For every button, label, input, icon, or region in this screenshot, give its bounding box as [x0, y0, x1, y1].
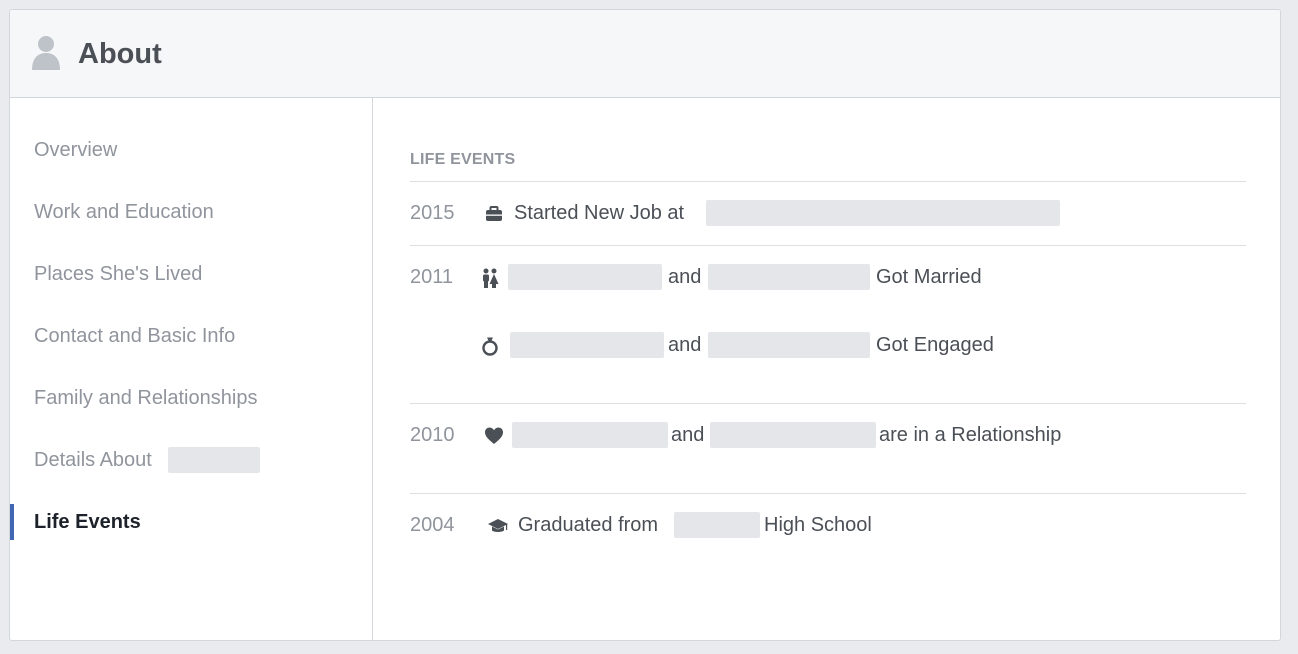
redacted-person — [510, 332, 664, 358]
sidebar-item-label: Life Events — [34, 511, 141, 533]
page-title: About — [78, 38, 162, 70]
sidebar-item-places-lived[interactable]: Places She's Lived — [10, 256, 372, 292]
sidebar-item-contact-info[interactable]: Contact and Basic Info — [10, 318, 372, 354]
sidebar-item-life-events[interactable]: Life Events — [10, 504, 372, 540]
event-joiner: and — [671, 424, 705, 446]
sidebar-item-family-relationships[interactable]: Family and Relationships — [10, 380, 372, 416]
about-header: About — [10, 10, 1280, 98]
event-joiner: and — [668, 334, 702, 356]
event-text: Graduated from — [518, 514, 659, 536]
event-year: 2015 — [410, 202, 455, 224]
divider — [410, 493, 1246, 494]
sidebar-item-work-and-education[interactable]: Work and Education — [10, 194, 372, 230]
redacted-person — [512, 422, 668, 448]
event-joiner: and — [668, 266, 702, 288]
event-text: High School — [764, 514, 872, 536]
redacted-person — [708, 264, 870, 290]
redacted-person — [508, 264, 662, 290]
divider — [410, 403, 1246, 404]
redacted-person — [710, 422, 876, 448]
event-text: Got Married — [876, 266, 982, 288]
sidebar-item-label: Family and Relationships — [34, 387, 258, 409]
sidebar-item-overview[interactable]: Overview — [10, 132, 372, 168]
about-sidebar: Overview Work and Education Places She's… — [10, 98, 373, 640]
event-text: Started New Job at — [514, 202, 685, 224]
sidebar-item-label: Overview — [34, 139, 118, 161]
sidebar-item-details-about[interactable]: Details About — [10, 442, 372, 478]
ring-icon — [482, 337, 498, 356]
divider — [410, 181, 1246, 182]
sidebar-item-label: Places She's Lived — [34, 263, 203, 285]
redacted-person — [708, 332, 870, 358]
event-text: Got Engaged — [876, 334, 994, 356]
couple-icon — [483, 268, 499, 288]
person-icon — [32, 36, 60, 70]
graduation-cap-icon — [488, 519, 508, 532]
sidebar-item-label: Work and Education — [34, 201, 214, 223]
divider — [410, 245, 1246, 246]
event-year: 2010 — [410, 424, 455, 446]
event-year: 2011 — [410, 266, 454, 288]
heart-icon — [485, 427, 503, 444]
briefcase-icon — [486, 206, 502, 221]
redacted-name — [168, 447, 260, 473]
event-year: 2004 — [410, 514, 455, 536]
redacted-employer — [706, 200, 1060, 226]
sidebar-item-label: Contact and Basic Info — [34, 325, 236, 347]
active-indicator — [10, 504, 14, 540]
event-text: are in a Relationship — [879, 424, 1062, 446]
section-title: LIFE EVENTS — [410, 151, 516, 168]
sidebar-item-label: Details About — [34, 449, 152, 471]
about-card: About Overview Work and Education Places… — [9, 9, 1281, 641]
redacted-school — [674, 512, 760, 538]
